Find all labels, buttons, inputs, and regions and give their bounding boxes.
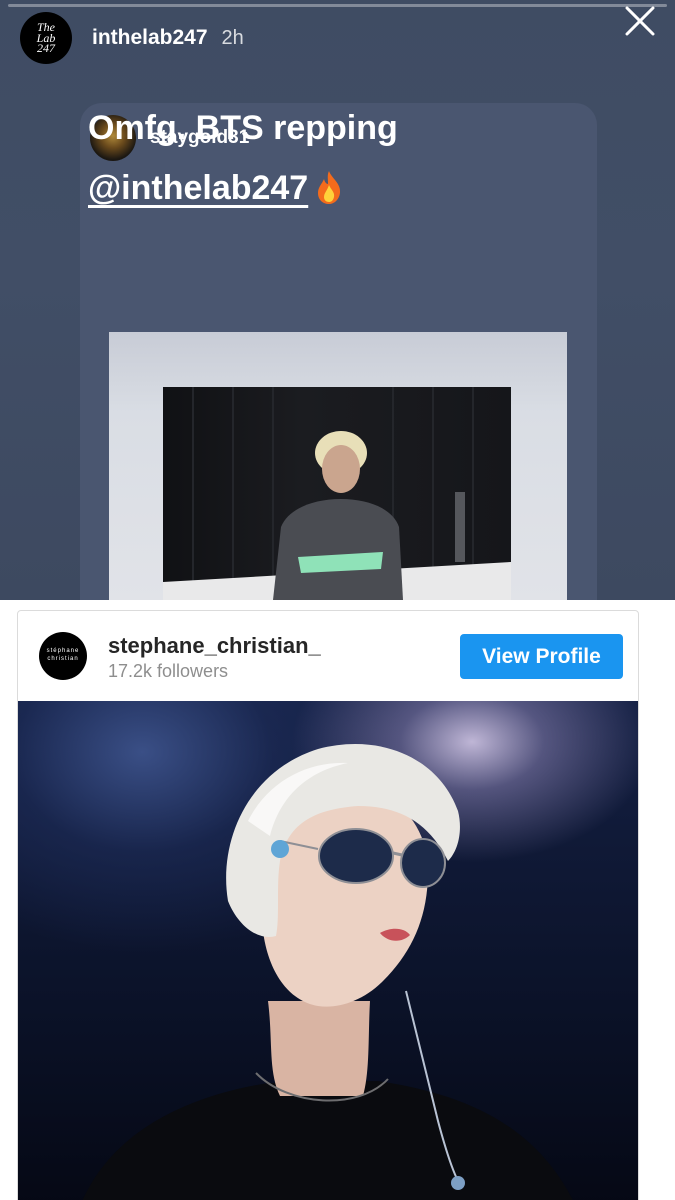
view-profile-button[interactable]: View Profile xyxy=(460,634,623,679)
profile-avatar[interactable]: stéphane christian xyxy=(39,632,87,680)
profile-followers: 17.2k followers xyxy=(108,661,229,681)
shared-post-photo-inner xyxy=(163,387,511,600)
shared-post-photo xyxy=(109,332,567,600)
story-timestamp: 2h xyxy=(221,26,244,49)
story-viewer[interactable]: The Lab 247 inthelab247 2h staygold31 Om… xyxy=(0,0,675,600)
profile-avatar-text-1: stéphane xyxy=(46,648,80,655)
caption-line-2: @inthelab247 xyxy=(88,158,508,218)
profile-avatar-text-2: christian xyxy=(47,656,79,662)
shared-post-caption: Omfg. BTS repping @inthelab247 xyxy=(88,98,508,218)
profile-card: stéphane christian stephane_christian_ 1… xyxy=(17,610,639,1200)
story-header: The Lab 247 inthelab247 2h xyxy=(20,12,244,64)
story-progress-bar xyxy=(8,4,667,7)
flame-icon xyxy=(314,164,344,204)
caption-line-1: Omfg. BTS repping xyxy=(88,109,398,147)
close-icon[interactable] xyxy=(623,4,657,38)
profile-username[interactable]: stephane_christian_ xyxy=(108,633,321,659)
profile-photo[interactable] xyxy=(18,701,638,1200)
story-avatar[interactable]: The Lab 247 xyxy=(20,12,72,64)
story-username[interactable]: inthelab247 xyxy=(92,26,208,50)
profile-header: stéphane christian stephane_christian_ 1… xyxy=(18,611,638,701)
story-avatar-text-3: 247 xyxy=(37,41,55,56)
mention-link[interactable]: @inthelab247 xyxy=(88,169,308,207)
